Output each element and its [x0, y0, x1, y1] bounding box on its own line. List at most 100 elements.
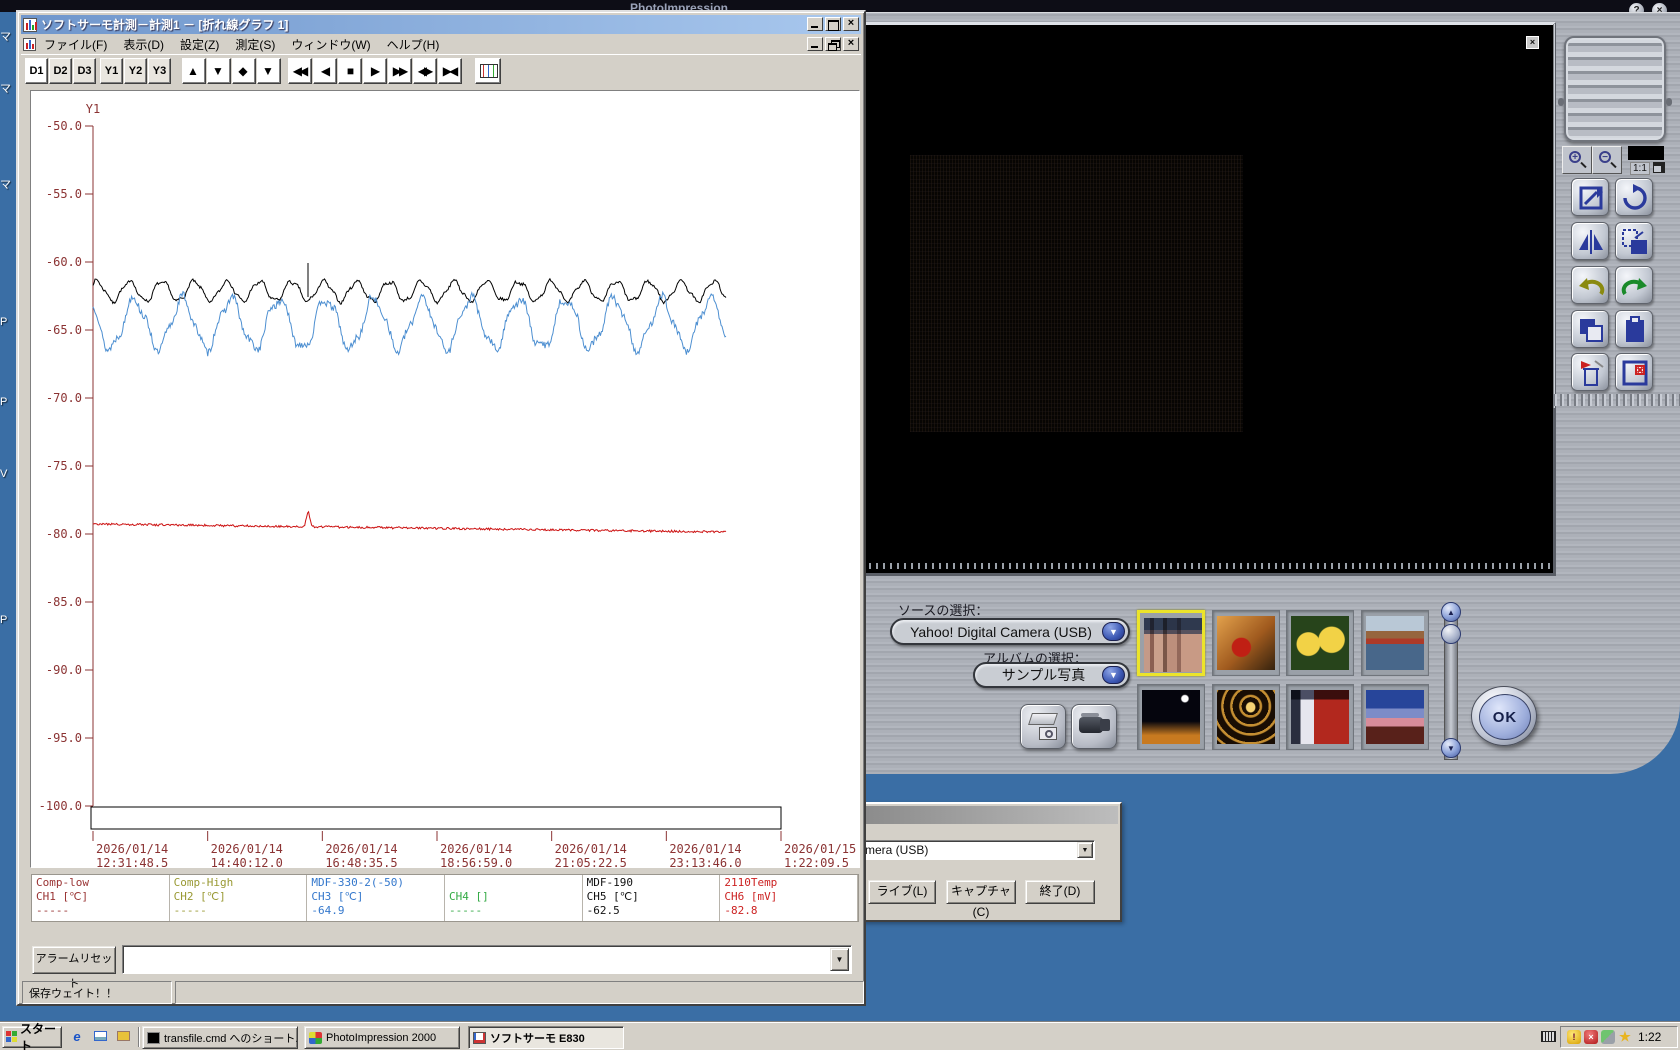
menu-3[interactable]: 測定(S): [227, 35, 283, 54]
paste-button[interactable]: [1615, 310, 1653, 348]
rewind-icon[interactable]: ◀◀: [288, 57, 312, 84]
graph-view-button[interactable]: [475, 57, 501, 84]
thumbnail-sunset-clouds[interactable]: [1361, 684, 1429, 750]
delete-trash-button[interactable]: [1571, 353, 1609, 391]
desktop-icon-fragment[interactable]: マ: [0, 176, 12, 192]
undo-button[interactable]: [1571, 266, 1609, 304]
toolbar-button-D2[interactable]: D2: [49, 57, 72, 84]
live-button[interactable]: ライブ(L): [868, 880, 936, 904]
task-button-thermo-chart[interactable]: ソフトサーモ E830: [468, 1026, 624, 1049]
thumbnail-scrollbar[interactable]: ▲ ▼: [1441, 602, 1461, 770]
alarm-reset-button[interactable]: アラームリセット: [32, 946, 116, 990]
video-capture-button[interactable]: [1071, 704, 1117, 749]
scroll-down-icon[interactable]: ▼: [1441, 738, 1461, 758]
svg-text:2026/01/14: 2026/01/14: [211, 842, 283, 856]
toolbar-button-Y1[interactable]: Y1: [100, 57, 123, 84]
toolbar-button-D3[interactable]: D3: [73, 57, 96, 84]
desktop-icon-fragment[interactable]: マ: [0, 80, 12, 96]
ok-button[interactable]: OK: [1471, 686, 1537, 746]
scroll-down-icon[interactable]: ▼: [207, 57, 231, 84]
chevron-down-icon[interactable]: ▼: [830, 948, 849, 971]
thumbnail-rock-spires[interactable]: [1137, 610, 1205, 676]
window-titlebar[interactable]: ソフトサーモ計測－計測1 － [折れ線グラフ 1] ×: [21, 15, 861, 34]
preview-close-icon[interactable]: ×: [1526, 36, 1539, 49]
toolbar-button-Y2[interactable]: Y2: [124, 57, 147, 84]
crop-rotate-icon: [1622, 229, 1647, 254]
scroll-up-icon[interactable]: ▲: [1441, 602, 1461, 622]
menu-2[interactable]: 設定(Z): [172, 35, 227, 54]
rotate-icon: [1623, 184, 1647, 210]
flip-horizontal-icon: [1579, 230, 1603, 254]
task-button-cmd[interactable]: transfile.cmd へのショート...: [142, 1026, 298, 1049]
thumbnail-lighthouse-barn[interactable]: [1286, 684, 1354, 750]
dialog-titlebar[interactable]: [856, 806, 1118, 824]
fit-window-icon[interactable]: [1653, 162, 1665, 173]
zoom-in-button[interactable]: +: [1562, 146, 1592, 174]
thumbnail-harbor-boats[interactable]: [1361, 610, 1429, 676]
legend-cell-ch3: MDF-330-2(-50) CH3 [℃] -64.9: [307, 875, 445, 921]
desktop-icon-fragment[interactable]: V: [0, 468, 12, 480]
thumbnail-cardinal-bird[interactable]: [1212, 610, 1280, 676]
toolbar-button-D1[interactable]: D1: [25, 57, 48, 84]
mdi-minimize-button[interactable]: [807, 37, 823, 51]
desktop-icon-fragment[interactable]: P: [0, 396, 12, 408]
error-shield-icon[interactable]: ×: [1584, 1030, 1598, 1044]
crop-rotate-button[interactable]: [1615, 222, 1653, 260]
thumbnail-gold-light-spiral[interactable]: [1212, 684, 1280, 750]
close-button[interactable]: ×: [843, 17, 859, 31]
scroll-up-icon[interactable]: ▲: [182, 57, 206, 84]
menu-0[interactable]: ファイル(F): [36, 35, 115, 54]
warning-shield-icon[interactable]: !: [1567, 1030, 1581, 1044]
desktop-icon-fragment[interactable]: マ: [0, 28, 12, 44]
zoom-out-button[interactable]: −: [1592, 146, 1622, 174]
menu-4[interactable]: ウィンドウ(W): [283, 35, 378, 54]
scanner-acquire-button[interactable]: [1020, 704, 1066, 749]
resize-button[interactable]: [1571, 178, 1609, 216]
step-forward-icon[interactable]: ▶: [363, 57, 387, 84]
internet-explorer-icon[interactable]: e: [68, 1028, 86, 1046]
rotate-button[interactable]: [1615, 178, 1653, 216]
task-button-photoimpression[interactable]: PhotoImpression 2000: [304, 1026, 460, 1049]
thumbnail-city-night[interactable]: [1137, 684, 1205, 750]
camera-source-combobox[interactable]: mera (USB) ▼: [860, 840, 1095, 860]
alarm-combobox[interactable]: ▼: [122, 945, 852, 974]
chevron-down-icon[interactable]: ▼: [1077, 842, 1093, 858]
keyboard-icon[interactable]: [1541, 1031, 1556, 1042]
step-back-icon[interactable]: ◀: [313, 57, 337, 84]
to-bottom-icon[interactable]: ▼: [257, 57, 281, 84]
show-desktop-icon[interactable]: [114, 1028, 132, 1046]
mdi-restore-button[interactable]: [825, 37, 841, 51]
remove-image-button[interactable]: [1615, 353, 1653, 391]
redo-button[interactable]: [1615, 266, 1653, 304]
flip-horizontal-button[interactable]: [1571, 222, 1609, 260]
mdi-close-button[interactable]: ×: [843, 37, 859, 51]
toolbar-button-Y3[interactable]: Y3: [148, 57, 171, 84]
panel-grip[interactable]: [1558, 36, 1672, 142]
expand-horizontal-icon[interactable]: ◀▶: [413, 57, 437, 84]
stop-icon[interactable]: ■: [338, 57, 362, 84]
chevron-down-icon[interactable]: ▼: [1102, 622, 1125, 641]
ok-button-face[interactable]: OK: [1479, 694, 1531, 740]
maximize-button[interactable]: [825, 17, 841, 31]
fast-forward-icon[interactable]: ▶▶: [388, 57, 412, 84]
album-select-dropdown[interactable]: サンプル写真 ▼: [973, 662, 1130, 688]
collapse-horizontal-icon[interactable]: ▶◀: [438, 57, 462, 84]
expand-vertical-icon[interactable]: ◆: [232, 57, 256, 84]
thumbnail-yellow-flowers[interactable]: [1286, 610, 1354, 676]
desktop-icon-fragment[interactable]: P: [0, 614, 12, 626]
copy-button[interactable]: [1571, 310, 1609, 348]
scrollbar-thumb[interactable]: [1441, 624, 1461, 644]
exit-button[interactable]: 終了(D): [1025, 880, 1095, 904]
desktop-icon-fragment[interactable]: P: [0, 316, 12, 328]
start-button[interactable]: スタート: [2, 1022, 62, 1050]
device-card-icon[interactable]: [1601, 1030, 1615, 1044]
menu-5[interactable]: ヘルプ(H): [379, 35, 448, 54]
outlook-express-icon[interactable]: [91, 1028, 109, 1046]
ratio-1-1-button[interactable]: 1:1: [1630, 162, 1650, 175]
capture-button[interactable]: キャプチャ(C): [946, 880, 1016, 919]
star-icon[interactable]: ★: [1618, 1030, 1632, 1044]
menu-1[interactable]: 表示(D): [115, 35, 172, 54]
source-select-dropdown[interactable]: Yahoo! Digital Camera (USB) ▼: [890, 618, 1130, 645]
chevron-down-icon[interactable]: ▼: [1102, 666, 1125, 684]
minimize-button[interactable]: [807, 17, 823, 31]
